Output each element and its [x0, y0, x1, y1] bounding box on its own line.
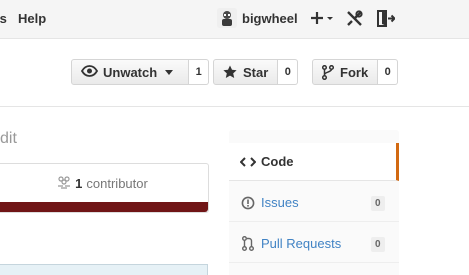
header-bar: ls Help bigwheel — [0, 0, 469, 39]
star-icon — [223, 65, 243, 79]
git-pull-request-icon — [240, 236, 256, 251]
issue-opened-icon — [240, 196, 256, 210]
language-bar[interactable] — [0, 202, 208, 212]
user-avatar[interactable] — [217, 8, 237, 28]
issues-counter: 0 — [371, 196, 385, 211]
fork-button[interactable]: Fork — [312, 59, 379, 85]
star-button-group: Star 0 — [213, 59, 299, 85]
help-link[interactable]: Help — [18, 11, 46, 26]
fork-button-group: Fork 0 — [312, 59, 399, 85]
contributors-label: contributor — [86, 175, 148, 191]
summary-box: 1 contributor — [0, 163, 209, 213]
sign-out-icon[interactable] — [377, 8, 395, 28]
eye-icon — [80, 64, 103, 80]
repo-sidenav: Code Issues 0 Pull Requests 0 — [229, 143, 399, 275]
sidenav-item-label: Code — [261, 154, 294, 169]
fork-label: Fork — [340, 64, 369, 80]
forks-count[interactable]: 0 — [378, 59, 399, 85]
pull-requests-counter: 0 — [371, 237, 385, 252]
username-link[interactable]: bigwheel — [242, 11, 298, 26]
code-icon — [240, 156, 256, 168]
topnav-item-partial[interactable]: ls — [0, 11, 7, 26]
unwatch-button[interactable]: Unwatch — [71, 59, 190, 85]
sidenav-item-code[interactable]: Code — [229, 143, 399, 181]
stargazers-count[interactable]: 0 — [278, 59, 299, 85]
unwatch-label: Unwatch — [103, 64, 158, 80]
sidenav-item-label: Pull Requests — [261, 236, 342, 251]
star-label: Star — [243, 64, 269, 80]
sidenav-item-pull-requests[interactable]: Pull Requests 0 — [229, 225, 399, 263]
organization-icon — [57, 176, 71, 190]
contributors-summary[interactable]: 1 contributor — [0, 164, 208, 202]
star-button[interactable]: Star — [213, 59, 279, 85]
tools-icon[interactable] — [345, 8, 363, 28]
file-navigation-box — [0, 264, 208, 275]
repo-forked-icon — [322, 64, 340, 80]
contributors-count: 1 — [75, 175, 83, 191]
create-new-icon[interactable] — [311, 8, 335, 28]
sidenav-item-label: Issues — [261, 195, 299, 210]
chevron-down-icon — [165, 69, 179, 75]
watch-button-group: Unwatch 1 — [71, 59, 210, 85]
edit-description-link[interactable]: dit — [0, 130, 17, 148]
watchers-count[interactable]: 1 — [189, 59, 210, 85]
sidenav-item-issues[interactable]: Issues 0 — [229, 184, 399, 222]
repo-pagehead: Unwatch 1 Star 0 Fork 0 — [0, 39, 469, 107]
